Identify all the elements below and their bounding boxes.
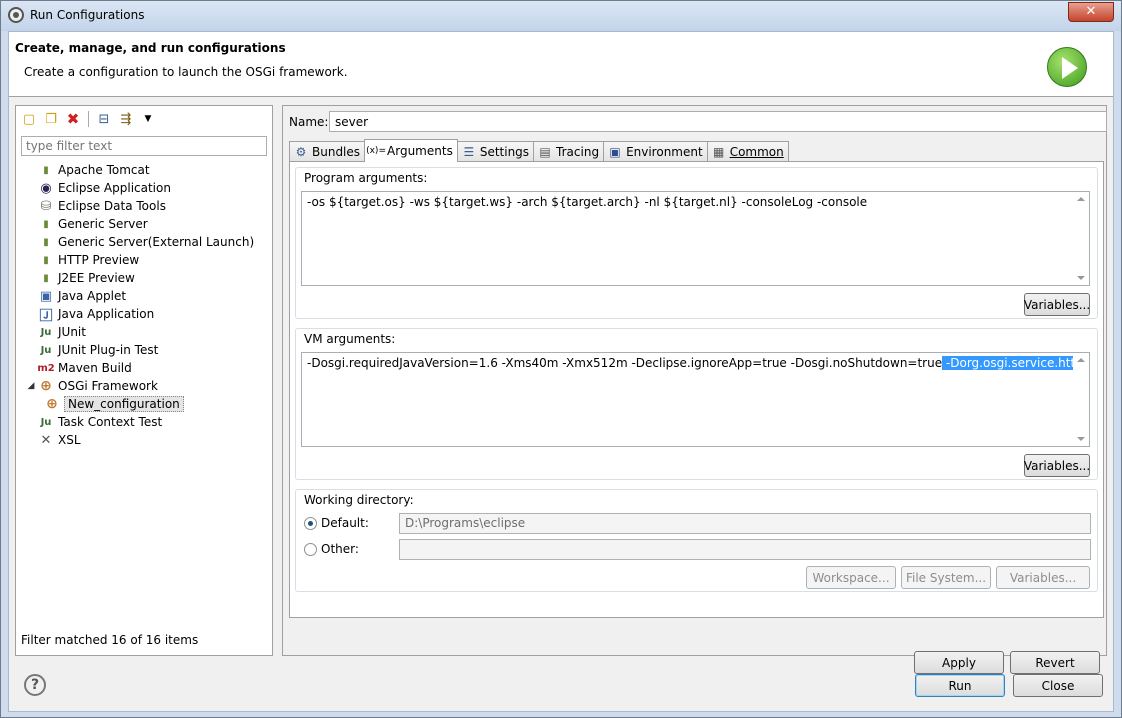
tree-item-java-application[interactable]: 🄹 Java Application [24,305,270,324]
tree-item-generic-server-external[interactable]: ▮ Generic Server(External Launch) [24,233,270,251]
server-icon: ▮ [43,218,49,230]
tree-item-junit[interactable]: Ju JUnit [24,323,270,341]
other-radio[interactable] [304,543,317,556]
tree-item-eclipse-application[interactable]: ◉ Eclipse Application [24,179,270,197]
filter-input[interactable] [21,136,267,156]
vm-arguments-textarea[interactable]: -Dosgi.requiredJavaVersion=1.6 -Xms40m -… [301,352,1090,447]
working-variables-button[interactable]: Variables... [996,566,1090,589]
default-label: Default: [321,516,369,530]
launch-config-tree-panel: ▢ ❐ ✖ ⊟ ⇶ ▼ ▮Apache Tomcat ◉Eclipse Appl… [15,105,273,656]
program-arguments-textarea[interactable]: -os ${target.os} -ws ${target.ws} -arch … [301,191,1090,286]
osgi-icon: ⊕ [40,378,52,394]
osgi-icon: ⊕ [46,396,58,412]
vm-variables-button[interactable]: Variables... [1024,454,1090,477]
vm-arguments-group: VM arguments: -Dosgi.requiredJavaVersion… [295,328,1098,480]
default-directory-field: D:\Programs\eclipse [399,513,1091,534]
tab-bundles[interactable]: ⚙ Bundles [289,141,366,162]
name-label: Name: [289,115,329,129]
title-bar: Run Configurations ✕ [1,1,1121,31]
bundles-icon: ⚙ [295,145,307,159]
filter-icon[interactable]: ⇶ [117,110,135,128]
config-tabs: ⚙ Bundles (x)= Arguments ☰ Settings ▤ Tracin… [289,139,789,162]
chevron-down-icon[interactable]: ▼ [139,110,157,128]
dialog-content: Create, manage, and run configurations C… [8,31,1114,712]
tree-toolbar: ▢ ❐ ✖ ⊟ ⇶ ▼ [20,109,157,129]
working-directory-group: Working directory: Default: D:\Programs\… [295,489,1098,592]
run-configurations-window: Run Configurations ✕ Create, manage, and… [0,0,1122,718]
vm-arguments-label: VM arguments: [304,332,396,346]
workspace-button[interactable]: Workspace... [806,566,896,589]
server-icon: ▮ [43,272,49,284]
tree-item-eclipse-data-tools[interactable]: ⛁ Eclipse Data Tools [24,197,270,215]
tree-item-osgi-framework[interactable]: ◢ ⊕ OSGi Framework [24,377,270,395]
apply-button[interactable]: Apply [914,651,1004,674]
app-icon [8,7,24,23]
default-radio[interactable] [304,517,317,530]
help-icon[interactable]: ? [24,674,46,696]
new-config-icon[interactable]: ▢ [20,110,38,128]
server-icon: ▮ [43,164,49,176]
server-icon: ▮ [43,254,49,266]
server-icon: ▮ [43,236,49,248]
arguments-icon: (x)= [366,146,386,156]
environment-icon: ▣ [609,145,621,159]
header-title: Create, manage, and run configurations [15,41,286,55]
other-directory-field[interactable] [399,539,1091,560]
tab-common[interactable]: ▦ Common [706,141,789,162]
task-context-icon: Ju [40,416,52,428]
duplicate-config-icon[interactable]: ❐ [42,110,60,128]
config-tree: ▮ Apache Tomcat ◉ Eclipse Application ⛁ Ecl… [24,161,270,449]
arguments-tab-body: Program arguments: -os ${target.os} -ws … [289,161,1104,618]
other-label: Other: [321,542,359,556]
program-variables-button[interactable]: Variables... [1024,293,1090,316]
window-close-button[interactable]: ✕ [1068,2,1114,22]
applet-icon: ▣ [39,288,53,304]
tree-item-new-configuration[interactable]: ⊕ New_configuration [24,395,270,413]
expanded-arrow-icon[interactable]: ◢ [24,381,38,391]
file-system-button[interactable]: File System... [901,566,991,589]
tab-environment[interactable]: ▣ Environment [603,141,708,162]
delete-config-icon[interactable]: ✖ [64,110,82,128]
vm-arguments-scrollbar[interactable] [1073,353,1089,446]
window-title: Run Configurations [30,8,145,22]
common-icon: ▦ [713,145,725,159]
database-icon: ⛁ [40,198,52,214]
collapse-all-icon[interactable]: ⊟ [95,110,113,128]
tree-item-maven-build[interactable]: m2 Maven Build [24,359,270,377]
program-arguments-scrollbar[interactable] [1073,192,1089,285]
tree-item-java-applet[interactable]: ▣ Java Applet [24,287,270,305]
working-directory-label: Working directory: [304,493,414,507]
tracing-icon: ▤ [539,145,551,159]
name-input[interactable] [329,111,1107,132]
toolbar-separator [88,111,89,127]
run-banner-icon [1047,47,1087,87]
eclipse-icon: ◉ [40,180,52,196]
tab-settings[interactable]: ☰ Settings [456,141,535,162]
tree-item-apache-tomcat[interactable]: ▮ Apache Tomcat [24,161,270,179]
selected-text: -Dorg.osgi.service.http.port=8080 [942,356,1089,370]
filter-status: Filter matched 16 of 16 items [21,633,199,647]
close-button[interactable]: Close [1013,674,1103,697]
tab-tracing[interactable]: ▤ Tracing [533,141,605,162]
junit-icon: Ju [40,326,52,338]
revert-button[interactable]: Revert [1010,651,1100,674]
config-editor-panel: Name: ⚙Bundles (x)=Arguments ☰Settings ▤… [282,105,1107,674]
tree-item-junit-plugin-test[interactable]: Ju JUnit Plug-in Test [24,341,270,359]
tree-item-j2ee-preview[interactable]: ▮ J2EE Preview [24,269,270,287]
tree-item-generic-server[interactable]: ▮ Generic Server [24,215,270,233]
settings-icon: ☰ [463,145,475,159]
header-message: Create a configuration to launch the OSG… [24,65,348,79]
tree-item-xsl[interactable]: ✕ XSL [24,431,270,449]
tab-arguments[interactable]: (x)= Arguments [364,139,458,162]
tree-item-http-preview[interactable]: ▮ HTTP Preview [24,251,270,269]
program-arguments-label: Program arguments: [304,171,428,185]
junit-plugin-icon: Ju [40,344,52,356]
dialog-header: Create, manage, and run configurations C… [9,32,1113,97]
tree-item-task-context-test[interactable]: Ju Task Context Test [24,413,270,431]
java-app-icon: 🄹 [39,308,53,324]
xsl-icon: ✕ [40,432,52,448]
program-arguments-group: Program arguments: -os ${target.os} -ws … [295,167,1098,319]
maven-icon: m2 [37,362,55,374]
run-button[interactable]: Run [915,674,1005,697]
